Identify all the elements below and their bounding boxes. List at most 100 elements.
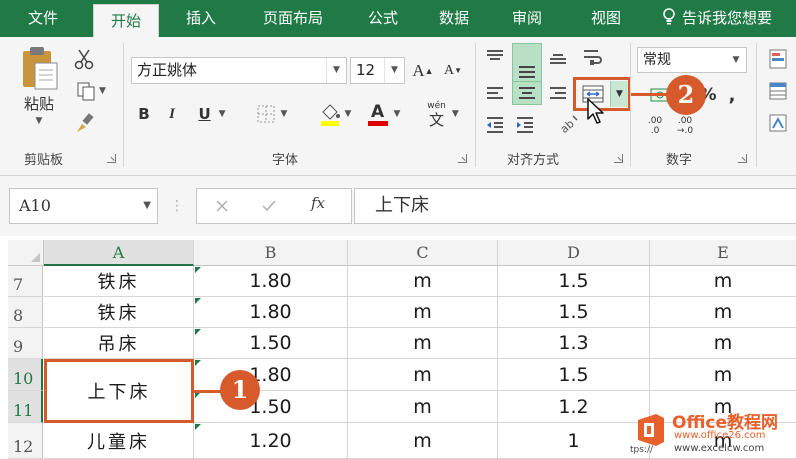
decrease-font-size-button[interactable]: A ▼ xyxy=(440,57,466,84)
increase-font-size-button[interactable]: A ▲ xyxy=(410,57,436,84)
tab-review[interactable]: 审阅 xyxy=(496,0,558,37)
row-header-9[interactable]: 9 xyxy=(8,328,43,359)
cell-c10[interactable]: m xyxy=(348,359,498,391)
column-header-a[interactable]: A xyxy=(44,240,194,266)
enter-check-icon[interactable] xyxy=(261,199,277,213)
cell-c9[interactable]: m xyxy=(348,328,498,359)
cell-e9[interactable]: m xyxy=(650,328,796,359)
format-painter-button[interactable] xyxy=(72,111,98,135)
row-header-7[interactable]: 7 xyxy=(8,266,43,297)
align-right-button[interactable] xyxy=(545,81,571,105)
tab-formulas[interactable]: 公式 xyxy=(352,0,414,37)
orientation-button[interactable]: ab xyxy=(556,111,582,137)
formula-input[interactable]: 上下床 xyxy=(354,188,796,224)
cell-d10[interactable]: 1.5 xyxy=(498,359,650,391)
format-as-table-button[interactable] xyxy=(764,79,792,103)
increase-indent-button[interactable] xyxy=(512,113,538,137)
decrease-decimal-button[interactable]: .00 →.0 xyxy=(672,113,698,139)
increase-indent-icon xyxy=(517,117,533,133)
font-name-combo[interactable]: 方正姚体 ▼ xyxy=(131,57,347,84)
tell-me-search[interactable]: 告诉我您想要 xyxy=(662,0,772,37)
tab-page-layout[interactable]: 页面布局 xyxy=(245,0,341,37)
cell-b9[interactable]: 1.50 xyxy=(194,328,348,359)
column-header-b[interactable]: B xyxy=(194,240,348,266)
copy-button[interactable]: ▼ xyxy=(72,79,110,103)
cell-c7[interactable]: m xyxy=(348,266,498,297)
italic-icon: I xyxy=(169,105,175,122)
cell-b10[interactable]: 1.80 xyxy=(194,359,348,391)
tab-file[interactable]: 文件 xyxy=(12,0,74,37)
bold-button[interactable]: B xyxy=(133,101,155,127)
cell-a9[interactable]: 吊床 xyxy=(44,328,194,359)
increase-decimal-button[interactable]: .00 .0 xyxy=(643,113,667,139)
column-header-c[interactable]: C xyxy=(348,240,498,266)
paste-button[interactable]: 粘贴 ▼ xyxy=(14,45,64,135)
cell-d11[interactable]: 1.2 xyxy=(498,391,650,423)
conditional-formatting-button[interactable] xyxy=(764,47,792,71)
tab-insert[interactable]: 插入 xyxy=(170,0,232,37)
font-size-combo[interactable]: 12 ▼ xyxy=(350,57,405,84)
cell-d8[interactable]: 1.5 xyxy=(498,297,650,328)
cell-a12[interactable]: 儿童床 xyxy=(44,423,194,459)
chevron-down-icon[interactable]: ▼ xyxy=(326,58,346,83)
phonetic-guide-button[interactable]: wén 文 ▼ xyxy=(420,99,466,129)
row-header-8[interactable]: 8 xyxy=(8,297,43,328)
underline-button[interactable]: U ▼ xyxy=(190,101,234,127)
tab-data[interactable]: 数据 xyxy=(423,0,485,37)
cell-d12[interactable]: 1 xyxy=(498,423,650,459)
comma-style-button[interactable]: , xyxy=(722,83,742,107)
chevron-down-icon[interactable]: ▼ xyxy=(726,48,746,72)
decrease-indent-button[interactable] xyxy=(482,113,508,137)
clipboard-launcher-icon[interactable] xyxy=(107,154,116,163)
alignment-launcher-icon[interactable] xyxy=(614,154,623,163)
bottom-align-button[interactable] xyxy=(545,45,571,69)
cell-b12[interactable]: 1.20 xyxy=(194,423,348,459)
cell-styles-button[interactable] xyxy=(764,111,792,135)
watermark-url-2: www.excelcw.com xyxy=(674,443,765,454)
cell-c8[interactable]: m xyxy=(348,297,498,328)
chevron-down-icon[interactable]: ▼ xyxy=(143,189,151,223)
cell-c11[interactable]: m xyxy=(348,391,498,423)
bottom-align-icon xyxy=(550,54,566,64)
top-align-button[interactable] xyxy=(482,45,508,69)
cell-c12[interactable]: m xyxy=(348,423,498,459)
select-all-corner[interactable] xyxy=(8,240,44,266)
row-header-11[interactable]: 11 xyxy=(8,391,43,423)
row-header-10[interactable]: 10 xyxy=(8,359,43,391)
cut-button[interactable] xyxy=(72,47,96,71)
cell-d7[interactable]: 1.5 xyxy=(498,266,650,297)
borders-button[interactable]: ▼ xyxy=(248,101,296,127)
number-launcher-icon[interactable] xyxy=(738,154,747,163)
fill-color-button[interactable]: ▼ xyxy=(312,99,358,129)
font-launcher-icon[interactable] xyxy=(458,154,467,163)
merged-cell-a10-a11[interactable]: 上下床 xyxy=(44,359,194,423)
tab-home[interactable]: 开始 xyxy=(93,4,159,37)
italic-button[interactable]: I xyxy=(162,101,182,127)
name-box[interactable]: A10 ▼ xyxy=(9,188,158,224)
number-format-combo[interactable]: 常规 ▼ xyxy=(637,47,747,73)
tell-me-label: 告诉我您想要 xyxy=(682,9,773,27)
wrap-text-button[interactable] xyxy=(580,45,606,69)
decrease-decimal-bottom: →.0 xyxy=(676,126,694,136)
merge-dropdown-arrow[interactable]: ▼ xyxy=(610,81,628,107)
cell-e8[interactable]: m xyxy=(650,297,796,328)
cancel-icon[interactable] xyxy=(215,199,229,213)
font-color-button[interactable]: A ▼ xyxy=(364,99,404,129)
row-header-12[interactable]: 12 xyxy=(8,423,43,459)
cell-a8[interactable]: 铁床 xyxy=(44,297,194,328)
tab-view[interactable]: 视图 xyxy=(575,0,637,37)
column-header-d[interactable]: D xyxy=(498,240,650,266)
font-name-value: 方正姚体 xyxy=(137,61,198,79)
cell-b7[interactable]: 1.80 xyxy=(194,266,348,297)
cell-b11[interactable]: 1.50 xyxy=(194,391,348,423)
cell-a7[interactable]: 铁床 xyxy=(44,266,194,297)
cell-e10[interactable]: m xyxy=(650,359,796,391)
cell-b8[interactable]: 1.80 xyxy=(194,297,348,328)
align-center-button[interactable] xyxy=(512,81,542,105)
cell-d9[interactable]: 1.3 xyxy=(498,328,650,359)
chevron-down-icon[interactable]: ▼ xyxy=(384,58,404,83)
column-header-e[interactable]: E xyxy=(650,240,796,266)
insert-function-button[interactable]: fx xyxy=(311,194,325,212)
cell-e7[interactable]: m xyxy=(650,266,796,297)
align-left-button[interactable] xyxy=(482,81,508,105)
